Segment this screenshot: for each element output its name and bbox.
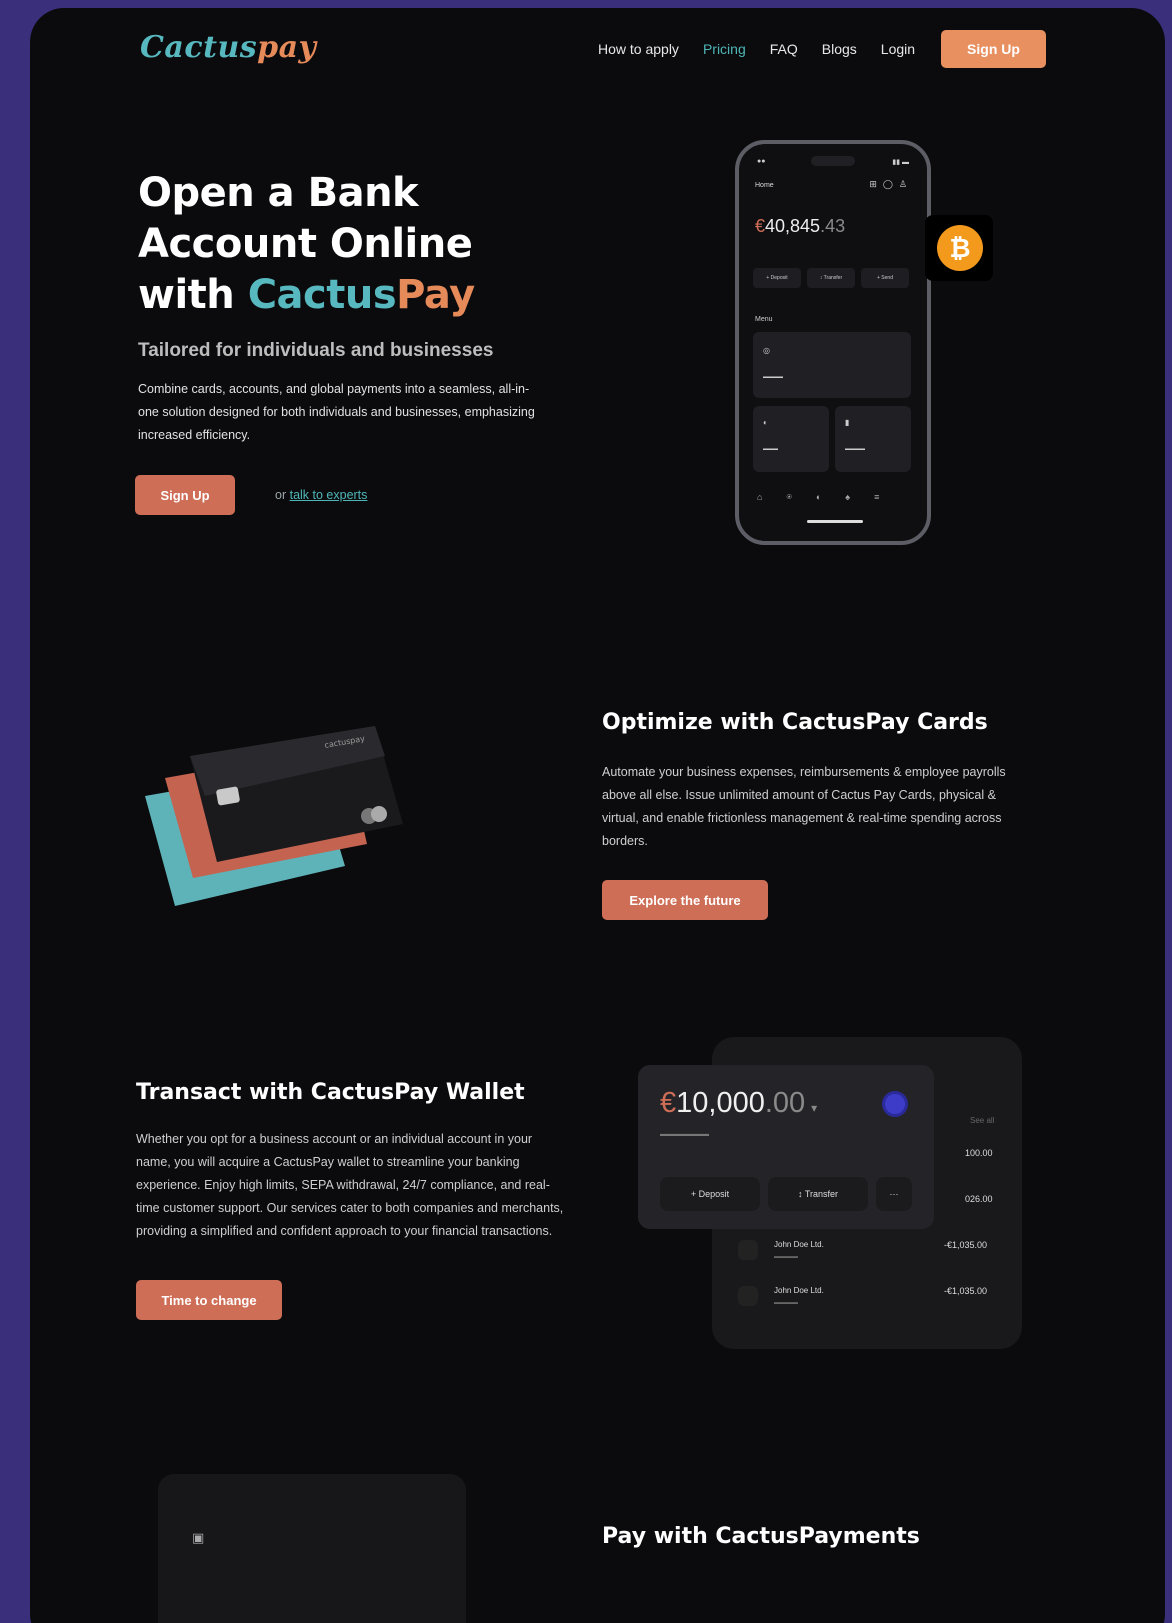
phone-card-right-line: ▬▬▬▬: [845, 446, 865, 452]
transaction-amount-2: 026.00: [965, 1194, 993, 1204]
payments-card-preview: ▣: [158, 1474, 466, 1623]
phone-card-right-icon: ▮: [845, 418, 850, 427]
hero-alt-text: or talk to experts: [275, 488, 367, 502]
wallet-section-description: Whether you opt for a business account o…: [136, 1132, 564, 1238]
phone-transfer-button: ↕ Transfer: [807, 268, 855, 288]
logo-part-pay: pay: [257, 30, 317, 65]
phone-card-line: ▬▬▬▬: [763, 374, 783, 380]
phone-action-buttons: + Deposit ↕ Transfer + Send: [753, 268, 909, 288]
hero-title-line3: with CactusPay: [138, 270, 558, 321]
transaction-row-name: John Doe Ltd.: [774, 1286, 824, 1295]
cards-section-title: Optimize with CactusPay Cards: [602, 710, 988, 735]
phone-nav-bell-icon: ♠: [845, 492, 851, 502]
phone-balance-int: 40,845: [765, 216, 821, 236]
nav-blogs[interactable]: Blogs: [822, 41, 857, 57]
payment-cards-illustration: cactuspay: [145, 726, 403, 906]
hero-signup-button[interactable]: Sign Up: [135, 475, 235, 515]
transaction-row-icon: [738, 1240, 758, 1260]
wallet-balance-int: 10,000: [676, 1087, 765, 1119]
nav-faq[interactable]: FAQ: [770, 41, 798, 57]
nav-login[interactable]: Login: [881, 41, 915, 57]
transaction-row-date: ▬▬▬▬: [774, 1254, 798, 1260]
logo-part-cactus: Cactus: [140, 30, 258, 65]
payments-section-title: Pay with CactusPayments: [602, 1524, 920, 1549]
phone-deposit-button: + Deposit: [753, 268, 801, 288]
nav-how-to-apply[interactable]: How to apply: [598, 41, 679, 57]
hero-title: Open a Bank Account Online with CactusPa…: [138, 168, 558, 321]
nav-signup-button[interactable]: Sign Up: [941, 30, 1046, 68]
phone-nav-bank-icon: ⍟: [786, 492, 792, 502]
page-frame: Cactuspay How to apply Pricing FAQ Blogs…: [30, 8, 1165, 1623]
transaction-row-amount: -€1,035.00: [944, 1240, 988, 1250]
hero-title-brand-cactus: Cactus: [247, 272, 397, 318]
see-all-link[interactable]: See all: [970, 1116, 994, 1125]
card-chip-icon: ▣: [192, 1530, 205, 1545]
bitcoin-badge: ₿: [925, 215, 993, 281]
phone-bottom-nav: ⌂ ⍟ ◐ ♠ ≡: [757, 492, 879, 503]
wallet-deposit-button: + Deposit: [660, 1177, 760, 1211]
hero-description: Combine cards, accounts, and global paym…: [138, 382, 535, 442]
phone-balance-currency: €: [755, 216, 766, 236]
hero-alt-prefix: or: [275, 488, 290, 502]
transaction-amount-1: 100.00: [965, 1148, 993, 1158]
top-nav: How to apply Pricing FAQ Blogs Login Sig…: [598, 30, 1046, 68]
nav-pricing[interactable]: Pricing: [703, 41, 746, 57]
phone-notch: [811, 156, 855, 166]
phone-home-label: Home: [755, 182, 774, 189]
wallet-section-title: Transact with CactusPay Wallet: [136, 1080, 525, 1105]
talk-to-experts-link[interactable]: talk to experts: [290, 488, 368, 502]
phone-balance-dec: .43: [820, 216, 846, 236]
hero-subtitle: Tailored for individuals and businesses: [138, 340, 494, 361]
phone-card-right: ▮ ▬▬▬▬: [835, 406, 911, 472]
phone-nav-home-icon: ⌂: [757, 492, 763, 502]
wallet-balance: €10,000.00 ▾: [660, 1087, 817, 1120]
logo[interactable]: Cactuspay: [140, 30, 317, 65]
transaction-row-name: John Doe Ltd.: [774, 1240, 824, 1249]
phone-send-button: + Send: [861, 268, 909, 288]
wallet-currency: €: [660, 1087, 677, 1119]
bitcoin-icon: ₿: [937, 225, 983, 271]
wallet-balance-card: €10,000.00 ▾ ▬▬▬▬▬▬▬ + Deposit ↕ Transfer…: [638, 1065, 934, 1229]
hero-title-with: with: [138, 272, 248, 318]
wallet-balance-dec: .00: [764, 1087, 806, 1119]
phone-card-wide: ◎ ▬▬▬▬: [753, 332, 911, 398]
chevron-down-icon: ▾: [811, 1101, 818, 1115]
transaction-row-amount: -€1,035.00: [944, 1286, 988, 1296]
hero-title-line2: Account Online: [138, 221, 473, 267]
hero-title-line1: Open a Bank: [138, 170, 419, 216]
phone-mockup: ●● ▮▮ ▬ Home ⊞◯♙ €40,845.43 + Deposit ↕ …: [735, 140, 931, 545]
phone-card-icon: ◎: [763, 346, 770, 355]
transaction-row-icon: [738, 1286, 758, 1306]
wallet-more-button: ···: [876, 1177, 912, 1211]
hero-title-brand-pay: Pay: [396, 272, 475, 318]
phone-status-time-icon: ●●: [757, 158, 766, 165]
wallet-action-buttons: + Deposit ↕ Transfer ···: [660, 1177, 912, 1211]
phone-balance: €40,845.43: [755, 216, 845, 237]
black-card: cactuspay: [190, 726, 403, 862]
eu-flag-icon: [882, 1091, 908, 1117]
time-to-change-button[interactable]: Time to change: [136, 1280, 282, 1320]
phone-card-left-icon: ◐: [763, 418, 768, 427]
phone-nav-card-icon: ◐: [815, 492, 822, 502]
phone-home-indicator: [807, 520, 863, 523]
phone-card-left-line: ▬▬▬: [763, 446, 778, 452]
transaction-row-date: ▬▬▬▬: [774, 1300, 798, 1306]
wallet-balance-label: ▬▬▬▬▬▬▬: [660, 1131, 709, 1138]
phone-nav-menu-icon: ≡: [874, 492, 880, 502]
phone-status-signal-icon: ▮▮ ▬: [892, 159, 909, 166]
phone-card-left: ◐ ▬▬▬: [753, 406, 829, 472]
cards-section-description: Automate your business expenses, reimbur…: [602, 765, 1006, 848]
phone-header-icons: ⊞◯♙: [869, 179, 913, 189]
wallet-transfer-button: ↕ Transfer: [768, 1177, 868, 1211]
explore-future-button[interactable]: Explore the future: [602, 880, 768, 920]
phone-menu-label: Menu: [755, 316, 773, 323]
